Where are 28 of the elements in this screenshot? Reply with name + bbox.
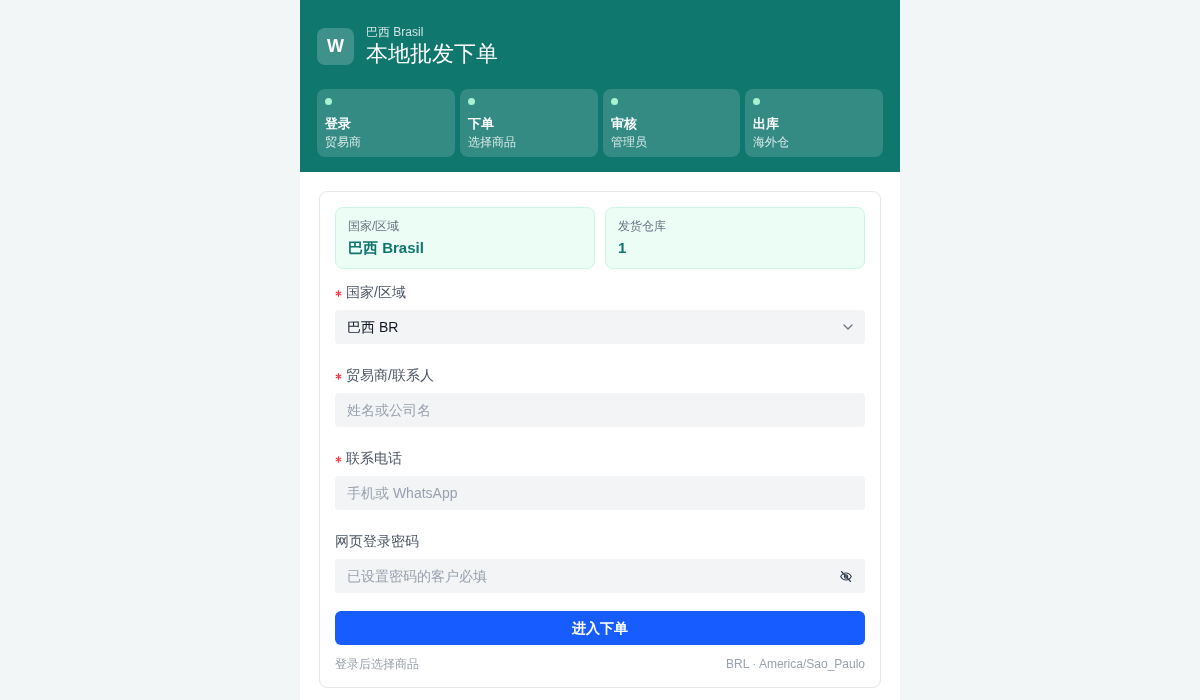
locale-info: BRL · America/Sao_Paulo xyxy=(726,656,865,672)
input-field[interactable]: 手机或 WhatsApp xyxy=(335,476,865,510)
password-field[interactable]: 已设置密码的客户必填 xyxy=(335,559,865,593)
footer-hint: 登录后选择商品 xyxy=(335,656,419,672)
step-subtitle: 贸易商 xyxy=(325,134,362,150)
country-select[interactable]: 巴西 BR xyxy=(335,310,865,344)
field-label: 网页登录密码 xyxy=(335,532,419,551)
submit-button[interactable]: 进入下单 xyxy=(335,611,865,645)
page-title: 本地批发下单 xyxy=(366,40,498,68)
logo-tile: W xyxy=(317,27,354,65)
region-subtitle: 巴西 Brasil xyxy=(366,24,425,40)
step-subtitle: 管理员 xyxy=(610,134,648,150)
field-label: 贸易商/联系人 xyxy=(346,366,434,385)
input-field[interactable]: 姓名或公司名 xyxy=(335,393,865,427)
eye-off-icon[interactable] xyxy=(840,571,852,582)
summary-label: 发货仓库 xyxy=(618,218,667,234)
field-label: 国家/区域 xyxy=(346,283,406,302)
step-subtitle: 选择商品 xyxy=(467,134,517,150)
summary-value: 1 xyxy=(618,238,628,258)
step-title: 审核 xyxy=(610,115,638,133)
step-title: 出库 xyxy=(753,115,781,133)
step-title: 下单 xyxy=(467,115,495,133)
step-subtitle: 海外仓 xyxy=(753,134,791,150)
summary-label: 国家/区域 xyxy=(348,218,401,234)
field-label: 联系电话 xyxy=(346,449,402,468)
chevron-down-icon xyxy=(843,324,853,330)
summary-value: 巴西 Brasil xyxy=(348,238,425,258)
step-title: 登录 xyxy=(325,115,352,133)
